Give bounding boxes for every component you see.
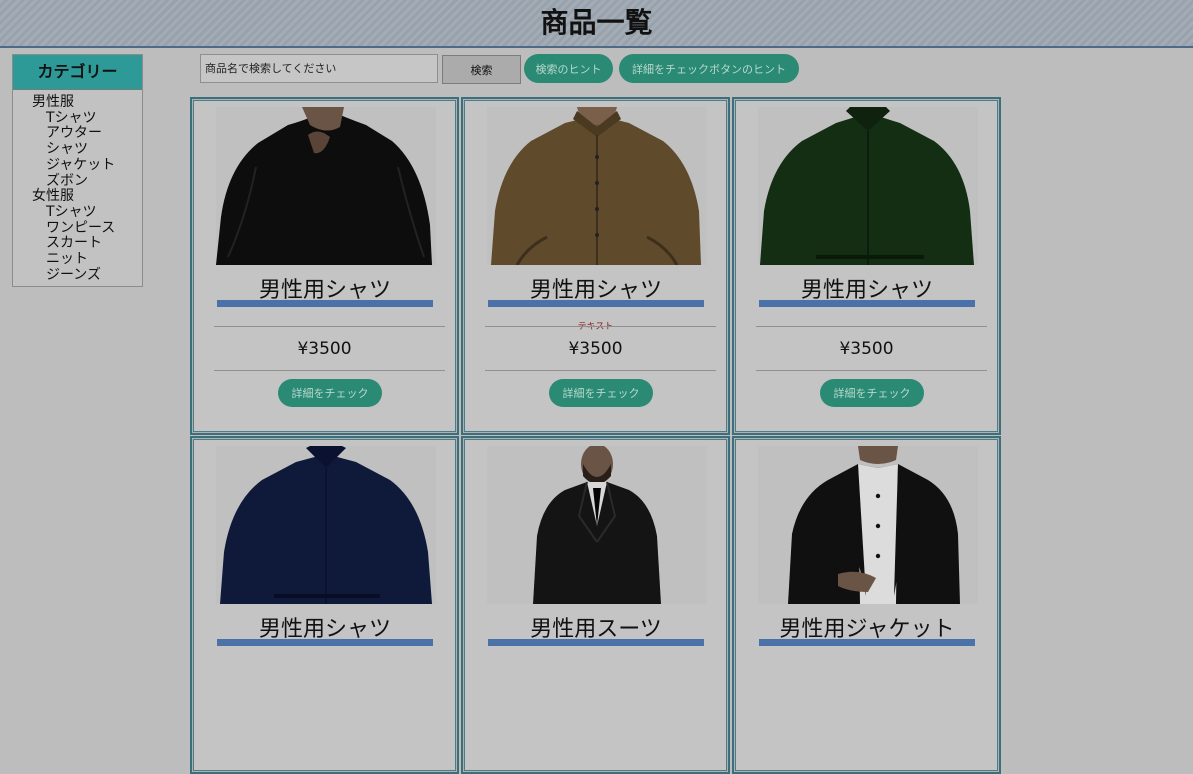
divider <box>756 370 987 371</box>
category-list: 男性服 Tシャツ アウター シャツ ジャケット ズボン 女性服 Tシャツ ワンピ… <box>13 90 142 283</box>
product-image-navy-shirt <box>216 446 436 604</box>
product-price: ¥3500 <box>568 339 623 359</box>
divider <box>756 326 987 327</box>
divider <box>485 326 716 327</box>
divider <box>214 370 445 371</box>
category-item-womens-onepiece[interactable]: ワンピース <box>13 220 142 237</box>
category-item-mens-pants[interactable]: ズボン <box>13 173 142 190</box>
product-price: ¥3500 <box>839 339 894 359</box>
product-card: 男性用シャツ <box>190 436 459 774</box>
page-title: 商品一覧 <box>540 6 653 39</box>
product-name: 男性用シャツ <box>258 617 391 642</box>
search-input[interactable] <box>200 54 438 83</box>
category-title: カテゴリー <box>13 55 142 90</box>
product-image-brown-shirt <box>487 107 707 265</box>
product-card: 男性用シャツ テキスト ¥3500 詳細をチェック <box>461 97 730 435</box>
product-card: 男性用ジャケット <box>732 436 1001 774</box>
detail-check-button[interactable]: 詳細をチェック <box>549 379 653 407</box>
category-item-mens-jacket[interactable]: ジャケット <box>13 157 142 174</box>
category-item-womens-knit[interactable]: ニット <box>13 251 142 268</box>
product-image-black-suit <box>487 446 707 604</box>
product-image-black-jacket <box>758 446 978 604</box>
product-image-black-shirt <box>216 107 436 265</box>
search-button[interactable]: 検索 <box>442 55 521 84</box>
category-group-mens[interactable]: 男性服 <box>13 94 142 111</box>
category-item-womens-tshirt[interactable]: Tシャツ <box>13 204 142 221</box>
product-price: ¥3500 <box>297 339 352 359</box>
divider <box>485 370 716 371</box>
category-item-mens-shirt[interactable]: シャツ <box>13 141 142 158</box>
product-name: 男性用シャツ <box>258 278 391 303</box>
category-sidebar: カテゴリー 男性服 Tシャツ アウター シャツ ジャケット ズボン 女性服 Tシ… <box>12 54 143 287</box>
product-image-green-shirt <box>758 107 978 265</box>
product-card: 男性用シャツ ¥3500 詳細をチェック <box>190 97 459 435</box>
detail-hint-button[interactable]: 詳細をチェックボタンのヒント <box>619 54 799 83</box>
category-item-womens-jeans[interactable]: ジーンズ <box>13 267 142 284</box>
product-card: 男性用シャツ ¥3500 詳細をチェック <box>732 97 1001 435</box>
product-name: 男性用シャツ <box>529 278 662 303</box>
divider <box>214 326 445 327</box>
category-item-mens-tshirt[interactable]: Tシャツ <box>13 110 142 127</box>
page-header: 商品一覧 <box>0 0 1193 48</box>
search-hint-button[interactable]: 検索のヒント <box>524 54 613 83</box>
category-item-mens-outer[interactable]: アウター <box>13 126 142 142</box>
category-item-womens-skirt[interactable]: スカート <box>13 236 142 252</box>
product-card: 男性用スーツ <box>461 436 730 774</box>
category-group-womens[interactable]: 女性服 <box>13 189 142 205</box>
detail-check-button[interactable]: 詳細をチェック <box>820 379 924 407</box>
product-name: 男性用シャツ <box>800 278 933 303</box>
detail-check-button[interactable]: 詳細をチェック <box>278 379 382 407</box>
product-name: 男性用スーツ <box>530 617 662 642</box>
product-name: 男性用ジャケット <box>779 617 955 642</box>
